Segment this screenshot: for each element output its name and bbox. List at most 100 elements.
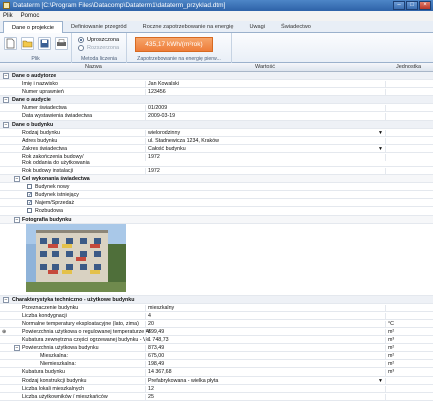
section-audytor[interactable]: − Dane o audytorze	[0, 72, 433, 81]
tab-uwagi[interactable]: Uwagi	[241, 21, 273, 33]
pow-regulowana-unit: m²	[385, 328, 433, 336]
row-rok-zakonczenia: Rok zakończenia budowy/ Rok oddania do u…	[0, 153, 433, 167]
przeznaczenie-field[interactable]: mieszkalny	[145, 304, 385, 312]
new-file-button[interactable]	[4, 37, 17, 50]
mieszkalna-unit: m²	[385, 353, 433, 361]
collapse-icon[interactable]: −	[3, 73, 9, 79]
zakres-select[interactable]: Całość budynku ▼	[145, 145, 385, 153]
row-cel-nowy: Budynek nowy	[0, 183, 433, 192]
collapse-icon[interactable]: −	[3, 121, 9, 128]
save-button[interactable]	[38, 37, 51, 50]
row-expand-icon[interactable]: ⊕	[2, 329, 6, 335]
collapse-icon[interactable]: −	[3, 97, 9, 104]
pow-regulowana-field[interactable]: 699,49	[145, 328, 385, 336]
menu-pomoc[interactable]: Pomoc	[21, 13, 40, 19]
tab-swiadectwo[interactable]: Świadectwo	[273, 21, 319, 33]
kubatura-budynku-field[interactable]: 14 367,68	[145, 369, 385, 377]
numer-uprawnien-field[interactable]: 123456	[145, 89, 385, 97]
window-controls: – □ ×	[393, 1, 431, 10]
row-numer-uprawnien: Numer uprawnień 123456	[0, 88, 433, 97]
temperatura-unit: °C	[385, 320, 433, 328]
row-kubatura-budynku: Kubatura budynku 14 367,68 m³	[0, 368, 433, 377]
row-temperatura: Normalne temperatury eksploatacyjne (lat…	[0, 320, 433, 328]
kondygnacje-field[interactable]: 4	[145, 312, 385, 320]
row-rok-instalacji: Rok budowy instalacji 1972	[0, 167, 433, 176]
chevron-down-icon[interactable]: ▼	[378, 378, 383, 384]
close-icon[interactable]: ×	[419, 1, 431, 10]
print-button[interactable]	[55, 37, 68, 50]
group-metoda-caption: Metoda liczenia	[80, 56, 118, 62]
building-photo[interactable]	[26, 223, 126, 292]
maximize-icon[interactable]: □	[406, 1, 418, 10]
section-cel[interactable]: − Cel wykonania świadectwa	[0, 175, 433, 184]
data-wystawienia-field[interactable]: 2009-03-19	[145, 113, 385, 121]
ribbon-tabs: Dane o projekcie Definiowanie przegród R…	[0, 21, 433, 33]
checkbox-budynek-istniejacy[interactable]: ✓	[27, 192, 32, 198]
save-icon	[40, 39, 49, 48]
lokale-field[interactable]: 12	[145, 385, 385, 393]
row-numer-swiadectwa: Numer świadectwa 01/2009	[0, 104, 433, 113]
collapse-icon[interactable]: −	[14, 216, 20, 223]
row-rodzaj-budynku: Rodzaj budynku wielorodzinny ▼	[0, 129, 433, 137]
uzytkownicy-field[interactable]: 25	[145, 393, 385, 401]
row-mieszkalna: Mieszkalna: 675,00 m²	[0, 352, 433, 361]
window-title: Dataterm [C:\Program Files\Datacomp\Data…	[13, 2, 226, 9]
chevron-down-icon[interactable]: ▼	[378, 146, 383, 152]
imie-field[interactable]: Jan Kowalski	[145, 81, 385, 89]
row-cel-najem: ✓ Najem/Sprzedaż	[0, 199, 433, 208]
checkbox-najem-sprzedaz[interactable]: ✓	[27, 200, 32, 206]
chevron-down-icon[interactable]: ▼	[378, 130, 383, 136]
group-energia: 435,17 kWh/(m²rok) Zapotrzebowanie na en…	[127, 33, 232, 63]
niemieszkalna-field[interactable]: 198,49	[145, 361, 385, 369]
open-file-button[interactable]	[21, 37, 34, 50]
adres-field[interactable]: ul. Stadnewicza 1234, Kraków	[145, 137, 385, 145]
minimize-icon[interactable]: –	[393, 1, 405, 10]
checkbox-budynek-nowy[interactable]	[27, 184, 32, 190]
ribbon: Plik Uproszczona Rozszerzona Metoda licz…	[0, 33, 433, 63]
menu-plik[interactable]: Plik	[3, 13, 13, 19]
tab-dane-o-projekcie[interactable]: Dane o projekcie	[3, 21, 63, 33]
niemieszkalna-unit: m²	[385, 361, 433, 369]
col-unit[interactable]: Jednostka	[396, 64, 421, 70]
section-audyt[interactable]: − Dane o audycie	[0, 96, 433, 105]
row-pow-regulowana: ⊕ Powierzchnia użytkowa o regulowanej te…	[0, 328, 433, 337]
group-energia-caption: Zapotrzebowanie na energię pierw...	[137, 56, 221, 62]
printer-icon	[57, 39, 66, 46]
row-data-wystawienia: Data wystawienia świadectwa 2009-03-19	[0, 112, 433, 121]
temperatura-field[interactable]: 20	[145, 320, 385, 328]
section-fotografia[interactable]: − Fotografia budynku	[0, 215, 433, 224]
group-plik-caption: Plik	[31, 56, 40, 62]
tab-zapotrzebowanie[interactable]: Roczne zapotrzebowanie na energię	[135, 21, 242, 33]
row-photo	[0, 223, 433, 296]
row-imie: Imię i nazwisko Jan Kowalski	[0, 80, 433, 89]
grid-header: Nazwa Wartość Jednostka	[0, 63, 433, 72]
mieszkalna-field[interactable]: 675,00	[145, 353, 385, 361]
pow-uzytkowa-field[interactable]: 873,49	[145, 345, 385, 353]
konstrukcja-select[interactable]: Prefabrykowana - wielka płyta ▼	[145, 377, 385, 385]
checkbox-rozbudowa[interactable]	[27, 208, 32, 214]
collapse-icon[interactable]: −	[14, 345, 20, 352]
tab-definiowanie-przegrod[interactable]: Definiowanie przegród	[63, 21, 135, 33]
kubatura-budynku-unit: m³	[385, 369, 433, 377]
collapse-icon[interactable]: −	[3, 296, 9, 303]
property-grid: Nazwa Wartość Jednostka − Dane o audytor…	[0, 63, 433, 415]
numer-swiadectwa-field[interactable]: 01/2009	[145, 105, 385, 113]
kubatura-ogrzewana-unit: m³	[385, 337, 433, 345]
rok-zakonczenia-field[interactable]: 1972	[145, 153, 385, 161]
radio-uproszczona[interactable]: Uproszczona	[78, 37, 119, 43]
section-charakterystyka[interactable]: − Charakterystyka techniczno - użytkowe …	[0, 295, 433, 304]
kubatura-ogrzewana-field[interactable]: 1 748,73	[145, 337, 385, 345]
energy-indicator: 435,17 kWh/(m²rok)	[135, 37, 213, 52]
col-name[interactable]: Nazwa	[85, 64, 102, 70]
collapse-icon[interactable]: −	[14, 176, 20, 183]
row-zakres: Zakres świadectwa Całość budynku ▼	[0, 145, 433, 153]
section-budynek[interactable]: − Dane o budynku	[0, 120, 433, 129]
row-kubatura-ogrzewana: Kubatura zewnętrzna części ogrzewanej bu…	[0, 336, 433, 345]
rok-instalacji-field[interactable]: 1972	[145, 167, 385, 175]
col-value[interactable]: Wartość	[255, 64, 275, 70]
row-konstrukcja: Rodzaj konstrukcji budynku Prefabrykowan…	[0, 377, 433, 385]
radio-rozszerzona[interactable]: Rozszerzona	[78, 45, 119, 51]
row-pow-uzytkowa: − Powierzchnia użytkowa budynku 873,49 m…	[0, 344, 433, 353]
rodzaj-budynku-select[interactable]: wielorodzinny ▼	[145, 129, 385, 137]
row-cel-istniejacy: ✓ Budynek istniejący	[0, 191, 433, 200]
